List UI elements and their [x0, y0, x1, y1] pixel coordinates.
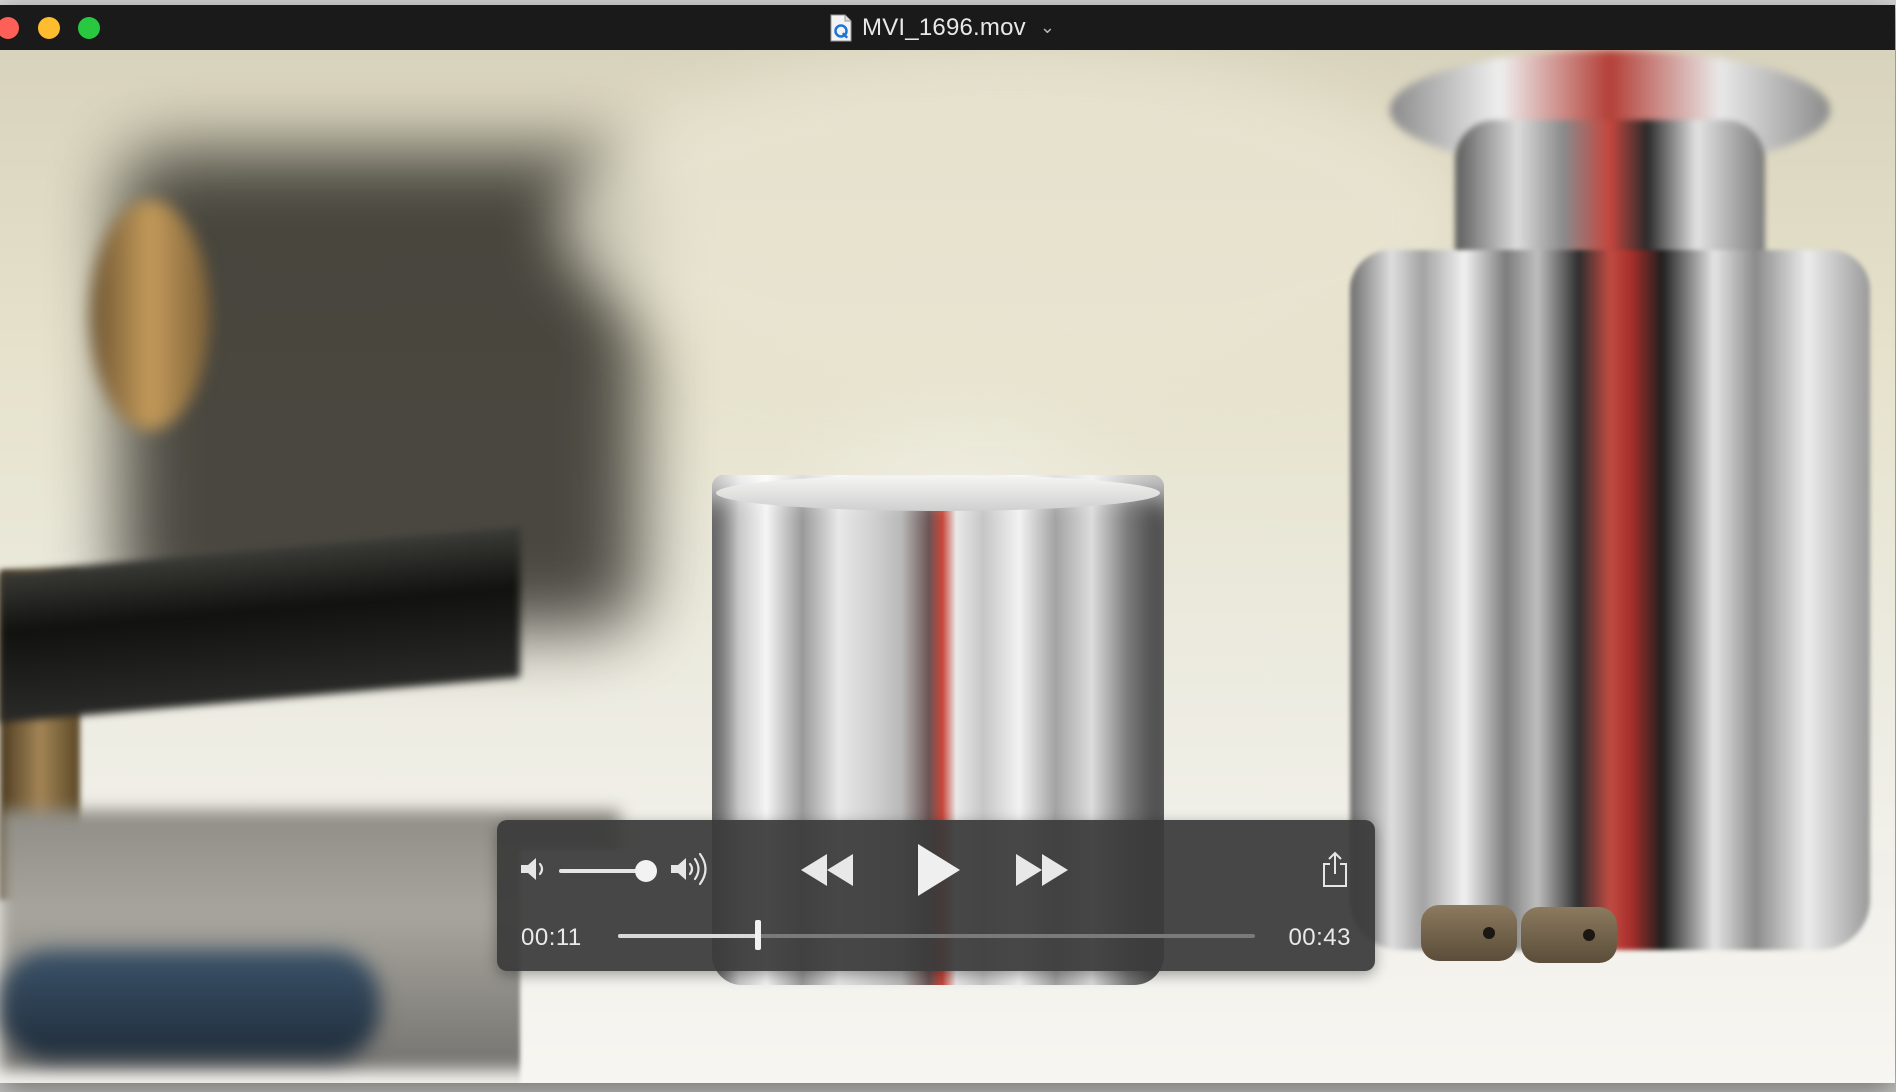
quicktime-document-icon — [830, 14, 852, 42]
window-title-group[interactable]: MVI_1696.mov ⌄ — [830, 14, 1055, 42]
window-title: MVI_1696.mov — [862, 13, 1026, 41]
speaker-low-icon[interactable] — [519, 854, 553, 884]
playhead[interactable] — [755, 920, 762, 950]
current-time: 00:11 — [521, 924, 582, 951]
video-scene-ring — [1521, 907, 1617, 963]
video-scene-machine-plate — [0, 527, 520, 723]
share-icon[interactable] — [1321, 850, 1349, 888]
play-icon[interactable] — [912, 842, 964, 898]
timeline-played-fill — [618, 934, 759, 938]
video-scene-weight-body — [1350, 250, 1870, 950]
fast-forward-icon[interactable] — [1014, 852, 1070, 888]
video-scene-blue-object — [0, 950, 380, 1060]
chevron-down-icon[interactable]: ⌄ — [1040, 17, 1055, 38]
quicktime-window: MVI_1696.mov ⌄ 00:11 00:43 — [0, 5, 1895, 1083]
video-scene-cylinder-top — [716, 475, 1160, 511]
playback-controls-hud: 00:11 00:43 — [497, 820, 1375, 971]
volume-slider-knob[interactable] — [635, 860, 657, 882]
timeline-scrubber[interactable] — [618, 920, 1255, 950]
duration: 00:43 — [1288, 924, 1351, 951]
video-scene-highlight — [560, 50, 1460, 390]
rewind-icon[interactable] — [799, 852, 855, 888]
video-frame[interactable]: 00:11 00:43 — [0, 50, 1895, 1083]
speaker-high-icon[interactable] — [669, 850, 717, 888]
video-scene-ring — [1421, 905, 1517, 961]
video-scene-brass-part — [90, 200, 210, 430]
title-bar[interactable]: MVI_1696.mov ⌄ — [0, 5, 1895, 51]
